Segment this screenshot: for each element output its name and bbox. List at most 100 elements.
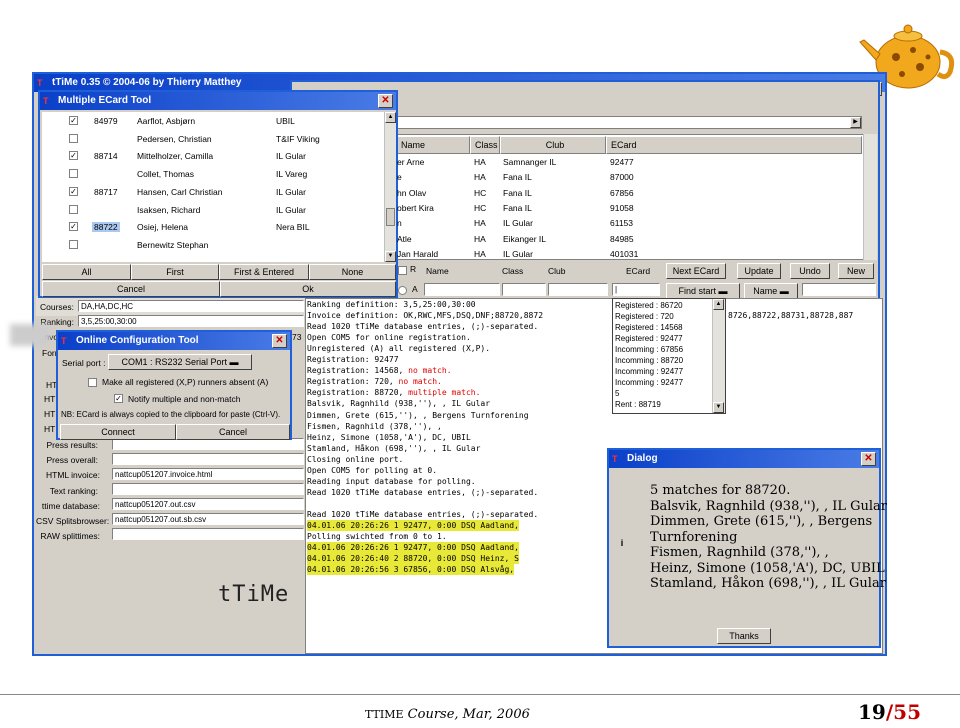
log-error: no match. — [408, 366, 452, 376]
log-line: Registration: 88720, multiple match. — [307, 387, 480, 398]
class-find-field[interactable] — [502, 283, 546, 296]
csv-split-field[interactable]: nattcup051207.out.sb.csv — [112, 513, 304, 525]
online-config-close-icon[interactable]: ✕ — [272, 334, 287, 348]
sort-field[interactable] — [802, 283, 876, 296]
log-text: Registration: 92477 — [307, 355, 399, 365]
col-header-name[interactable]: Name — [396, 136, 470, 154]
ecard-runner-club: IL Gular — [276, 151, 306, 162]
find-start-button[interactable]: Find start ▬ — [666, 283, 740, 299]
log-line: 04.01.06 20:26:26 1 92477, 0:00 DSQ Aadl… — [307, 542, 519, 554]
dialog-icon: T — [612, 454, 618, 464]
first-entered-button[interactable]: First & Entered — [219, 264, 309, 280]
raw-split-field[interactable] — [112, 528, 304, 540]
text-ranking-field[interactable] — [112, 483, 304, 495]
next-ecard-button[interactable]: Next ECard — [666, 263, 726, 279]
log-text: 04.01.06 20:26:40 2 88720, 0:00 DSQ Hein… — [307, 554, 519, 564]
runner-class: HA — [474, 218, 486, 229]
runner-ecard: 87000 — [610, 172, 634, 183]
r-label: R — [410, 264, 417, 274]
first-button[interactable]: First — [131, 264, 219, 280]
dialog-close-icon[interactable]: ✕ — [861, 452, 876, 466]
ecard-runner-club: IL Gular — [276, 186, 306, 197]
ecard-find-field[interactable]: | — [612, 283, 660, 296]
scroll-right-icon[interactable]: ▶ — [850, 117, 861, 128]
all-button[interactable]: All — [42, 264, 131, 280]
app-icon: T — [37, 78, 43, 88]
undo-button[interactable]: Undo — [790, 263, 830, 279]
registration-scrollbar[interactable]: ▲ ▼ — [712, 299, 725, 413]
dialog-title: Dialog — [627, 453, 658, 464]
ecard-checkbox[interactable]: ✓ — [69, 151, 78, 161]
runner-vscroll[interactable] — [863, 134, 877, 260]
runner-name: Jan Harald — [397, 248, 439, 259]
runner-class: HA — [474, 233, 486, 244]
runner-club: Samnanger IL — [503, 157, 557, 167]
r-radio[interactable] — [398, 266, 407, 275]
ecard-checkbox[interactable]: ✓ — [69, 222, 78, 232]
ecard-edit-label: ECard — [626, 266, 651, 276]
log-text: Open COM5 for polling at 0. — [307, 465, 438, 475]
table-row[interactable] — [296, 201, 862, 215]
ecard-runner-club: UBIL — [276, 116, 295, 126]
ranking-field[interactable]: 3,5,25:00,30:00 — [78, 315, 304, 327]
log-line: Read 1020 tTiMe database entries, (;)-se… — [307, 487, 538, 498]
none-button[interactable]: None — [309, 264, 396, 280]
table-row[interactable] — [296, 186, 862, 200]
name-sort-button[interactable]: Name ▬ — [744, 283, 798, 299]
name-sort-label: Name — [753, 286, 778, 296]
ecard-checkbox[interactable] — [69, 169, 78, 179]
ecard-checkbox[interactable]: ✓ — [69, 116, 78, 125]
ecard-ok-button[interactable]: Ok — [220, 281, 396, 297]
ecard-tool-title-bar: T Multiple ECard Tool — [40, 92, 396, 110]
ecard-runner-name: Bernewitz Stephan — [137, 239, 209, 250]
ecard-checkbox[interactable] — [69, 133, 78, 143]
log-text: Closing online port. — [307, 454, 404, 464]
ecard-runner-name: Pedersen, Christian — [137, 133, 212, 144]
html-invoice-field[interactable]: nattcup051207.invoice.html — [112, 468, 304, 480]
thanks-button[interactable]: Thanks — [717, 628, 771, 644]
ecard-number: 88722 — [92, 222, 120, 233]
absent-checkbox[interactable] — [88, 378, 97, 387]
name-find-field[interactable] — [424, 283, 500, 296]
club-edit-label: Club — [548, 266, 566, 276]
online-cancel-button[interactable]: Cancel — [176, 424, 290, 440]
ecard-tool-close-icon[interactable]: ✕ — [378, 94, 393, 108]
table-row[interactable] — [296, 232, 862, 246]
ecard-scroll-up-icon[interactable]: ▲ — [385, 112, 396, 123]
serial-port-select[interactable]: COM1 : RS232 Serial Port ▬ — [108, 354, 252, 370]
club-find-field[interactable] — [548, 283, 608, 296]
connect-button[interactable]: Connect — [60, 424, 176, 440]
col-header-class[interactable]: Class — [470, 136, 500, 154]
runner-club: IL Gular — [503, 218, 533, 229]
notify-checkbox[interactable]: ✓ — [114, 394, 123, 403]
ecard-runner-club: T&IF Viking — [276, 133, 320, 144]
ecard-checkbox[interactable] — [69, 204, 78, 214]
table-row[interactable] — [296, 155, 862, 169]
log-line: Invoice definition: OK,RWC,MFS,DSQ,DNF;8… — [307, 310, 543, 321]
log-text: Fismen, Ragnhild (378,''), , — [307, 421, 442, 431]
col-header-ecard[interactable]: ECard — [606, 136, 862, 154]
update-button[interactable]: Update — [737, 263, 781, 279]
runner-name: Atle — [397, 233, 412, 244]
press-overall-field[interactable] — [112, 453, 304, 465]
ecard-checkbox[interactable]: ✓ — [69, 186, 78, 196]
ecard-runner-name: Mittelholzer, Camilla — [137, 151, 214, 162]
new-button[interactable]: New — [838, 263, 874, 279]
runner-club: Fana IL — [503, 172, 532, 183]
a-radio[interactable] — [398, 286, 407, 295]
table-row[interactable] — [296, 247, 862, 261]
table-row[interactable] — [296, 216, 862, 230]
log-line: Registration: 92477 — [307, 354, 399, 365]
col-header-club[interactable]: Club — [500, 136, 606, 154]
scroll-up-icon[interactable]: ▲ — [713, 299, 724, 310]
log-text: Registration: 88720, — [307, 388, 409, 398]
ttime-db-field[interactable]: nattcup051207.out.csv — [112, 498, 304, 510]
scroll-down-icon[interactable]: ▼ — [713, 402, 724, 413]
ecard-cancel-button[interactable]: Cancel — [42, 281, 220, 297]
log-line: Polling swichted from 0 to 1. — [307, 531, 447, 542]
class-edit-label: Class — [502, 266, 524, 276]
ecard-checkbox[interactable] — [69, 239, 78, 249]
log-line: Closing online port. — [307, 454, 403, 465]
table-row[interactable] — [296, 170, 862, 184]
courses-field[interactable]: DA,HA,DC,HC — [78, 300, 304, 312]
